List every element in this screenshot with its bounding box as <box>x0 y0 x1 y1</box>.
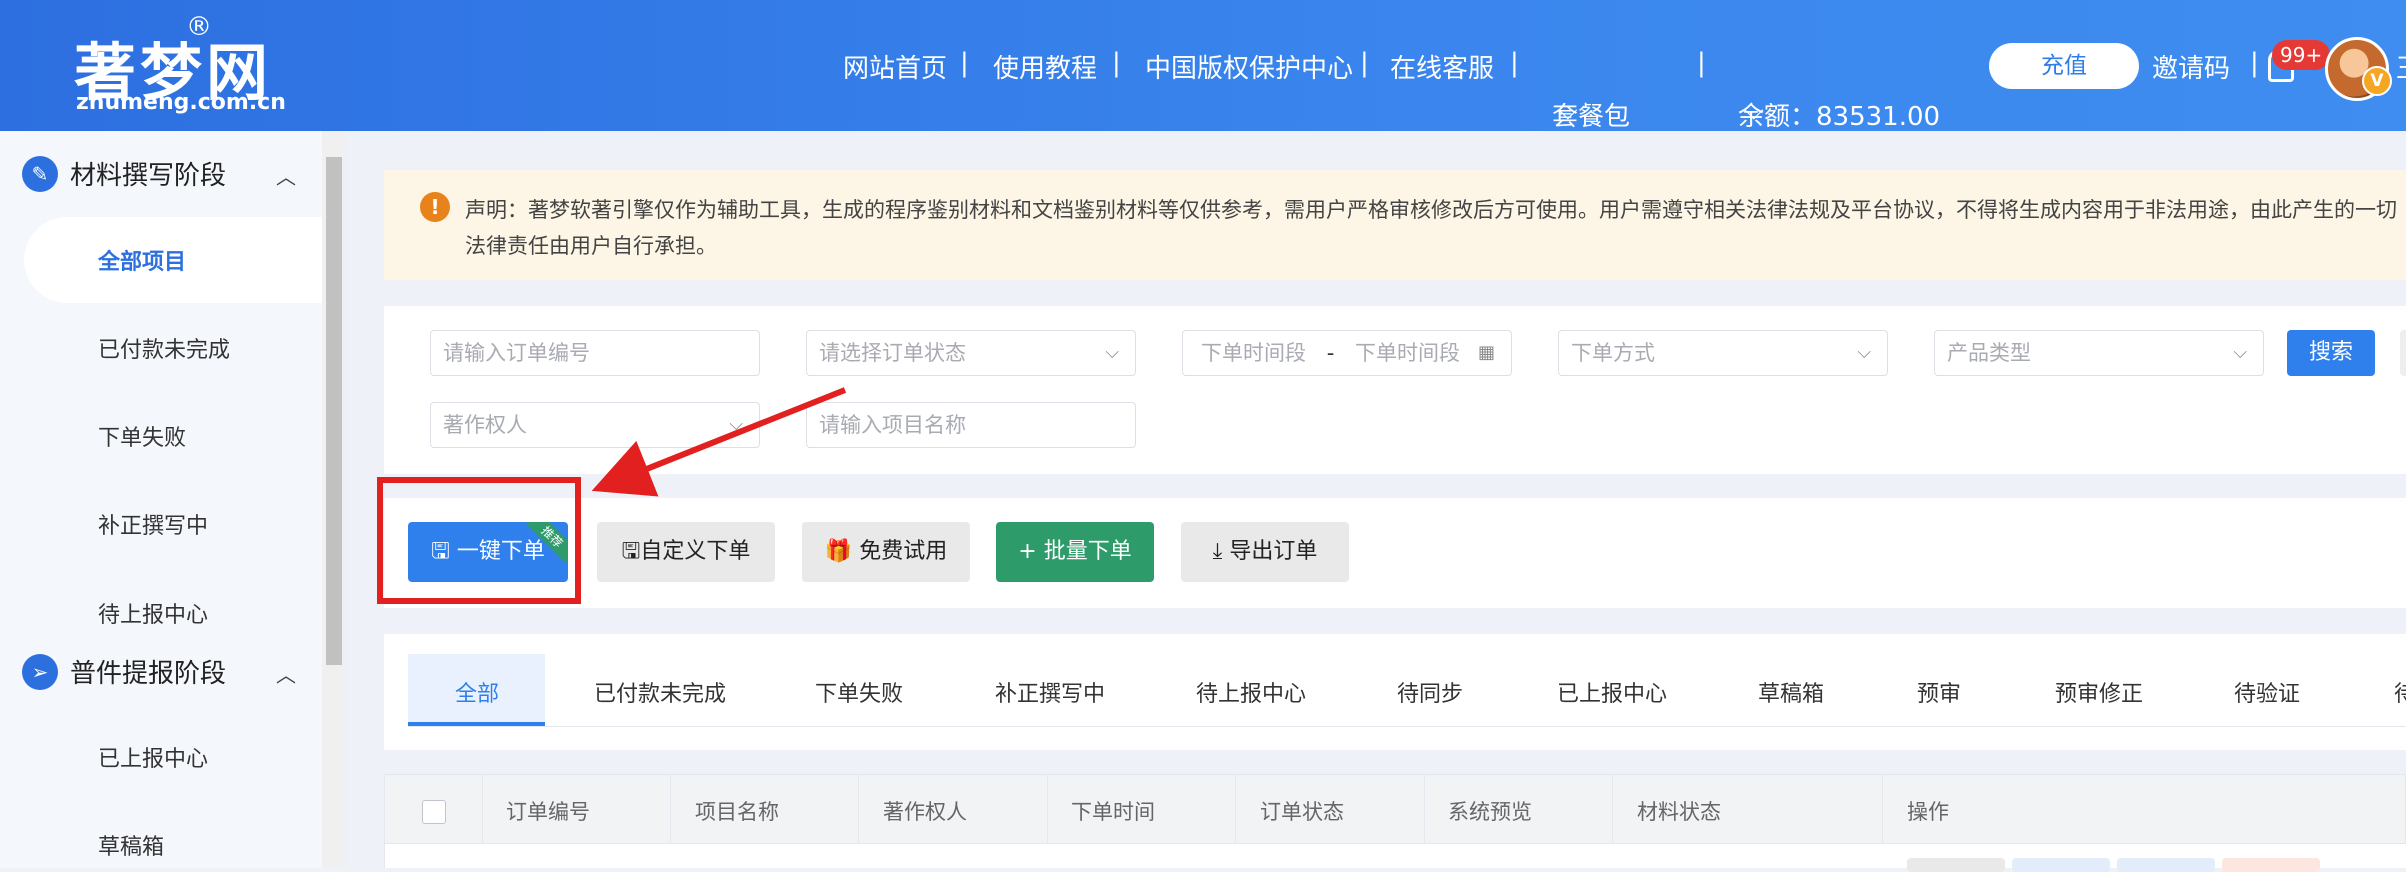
tab-pre-review-fix[interactable]: 预审修正 <box>2055 676 2143 708</box>
column-header-system-preview: 系统预览 <box>1448 800 1532 824</box>
row-action-button[interactable] <box>2012 858 2110 872</box>
row-action-button[interactable] <box>1907 858 2005 872</box>
tab-pending-report[interactable]: 待上报中心 <box>1196 676 1306 708</box>
tabs-divider <box>408 726 2406 727</box>
column-header-order-status: 订单状态 <box>1260 800 1344 824</box>
row-action-button[interactable] <box>2222 858 2320 872</box>
row-action-button[interactable] <box>2117 858 2215 872</box>
tab-correction-writing[interactable]: 补正撰写中 <box>995 676 1105 708</box>
tab-pre-review[interactable]: 预审 <box>1917 676 1961 708</box>
select-all-checkbox[interactable] <box>422 800 446 824</box>
tab-more[interactable]: 待 <box>2394 676 2406 708</box>
tab-pending-sync[interactable]: 待同步 <box>1397 676 1463 708</box>
column-header-material-status: 材料状态 <box>1637 800 1721 824</box>
tab-reported[interactable]: 已上报中心 <box>1557 676 1667 708</box>
tab-pending-verify[interactable]: 待验证 <box>2234 676 2300 708</box>
column-header-order-time: 下单时间 <box>1071 800 1155 824</box>
column-header-actions: 操作 <box>1907 800 1949 824</box>
tab-all[interactable]: 全部 <box>455 676 499 708</box>
tab-drafts[interactable]: 草稿箱 <box>1758 676 1824 708</box>
tab-order-failed[interactable]: 下单失败 <box>815 676 903 708</box>
column-header-copyright-owner: 著作权人 <box>883 800 967 824</box>
table-header <box>384 774 2406 844</box>
column-header-project-name: 项目名称 <box>695 800 779 824</box>
tab-paid-incomplete[interactable]: 已付款未完成 <box>594 676 726 708</box>
column-header-order-no: 订单编号 <box>506 800 590 824</box>
